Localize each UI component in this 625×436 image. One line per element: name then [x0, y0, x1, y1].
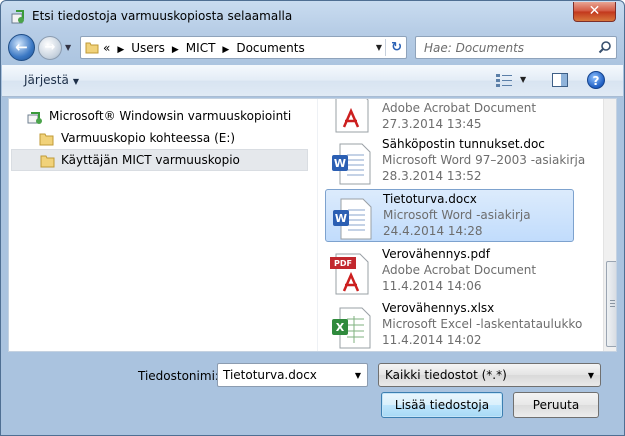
svg-text:X: X [336, 321, 345, 334]
file-date: 27.3.2014 13:45 [382, 117, 482, 131]
cancel-button[interactable]: Peruuta [513, 392, 599, 418]
excel-icon: X [332, 307, 371, 349]
add-files-button[interactable]: Lisää tiedostoja [381, 392, 503, 418]
search-icon[interactable] [598, 40, 612, 54]
command-toolbar: Järjestä ▼ ▼ ? [2, 65, 623, 97]
file-name: Sähköpostin tunnukset.doc [382, 137, 545, 151]
tree-item-windows-backup[interactable]: Microsoft® Windowsin varmuuskopiointi [27, 106, 307, 128]
title-bar: Etsi tiedostoja varmuuskopiosta selaamal… [1, 1, 624, 31]
views-icon[interactable] [495, 73, 513, 87]
filename-combobox[interactable]: Tietoturva.docx ▼ [217, 363, 368, 387]
folder-icon [85, 42, 99, 54]
address-divider [385, 39, 386, 56]
breadcrumb-users[interactable]: Users [131, 41, 165, 55]
svg-text:PDF: PDF [334, 259, 352, 268]
file-list: Adobe Acrobat Document 27.3.2014 13:45 W… [319, 99, 616, 351]
vertical-scrollbar[interactable] [603, 99, 616, 351]
chevron-down-icon: ▼ [72, 77, 80, 86]
backup-app-icon [27, 112, 42, 124]
file-name: Verovähennys.pdf [382, 247, 490, 261]
file-type: Microsoft Excel -laskentataulukko [382, 317, 583, 331]
chevron-right-icon[interactable]: ▶ [172, 45, 179, 55]
svg-text:W: W [334, 157, 346, 170]
organize-label: Järjestä [24, 73, 69, 87]
file-item[interactable]: W Sähköpostin tunnukset.doc Microsoft Wo… [325, 135, 585, 188]
search-placeholder: Hae: Documents [424, 41, 525, 55]
dialog-window: Etsi tiedostoja varmuuskopiosta selaamal… [0, 0, 625, 436]
file-item[interactable]: PDF Verovähennys.pdf Adobe Acrobat Docum… [325, 245, 574, 298]
breadcrumb-documents[interactable]: Documents [236, 41, 304, 55]
folder-icon [39, 133, 54, 146]
folder-icon [40, 155, 55, 168]
tree-item-label: Varmuuskopio kohteessa (E:) [61, 131, 236, 145]
file-item[interactable]: X Verovähennys.xlsx Microsoft Excel -las… [325, 299, 582, 351]
file-name: Verovähennys.xlsx [382, 301, 495, 315]
file-type: Microsoft Word -asiakirja [383, 208, 531, 222]
file-type: Adobe Acrobat Document [382, 263, 537, 277]
file-date: 11.4.2014 14:02 [382, 333, 482, 347]
word-icon: W [332, 143, 371, 185]
views-dropdown-icon[interactable]: ▼ [520, 75, 526, 84]
chevron-down-icon[interactable]: ▼ [588, 371, 594, 380]
breadcrumb-overflow[interactable]: « [103, 41, 110, 55]
navigation-bar: ← → ▼ « ▶ Users ▶ MICT ▶ Documents ▼ ↻ Hae: Do… [1, 32, 624, 62]
file-type-filter[interactable]: Kaikki tiedostot (*.*) ▼ [378, 363, 601, 387]
help-icon[interactable]: ? [587, 71, 605, 89]
navigation-pane: Microsoft® Windowsin varmuuskopiointi Va… [9, 99, 313, 351]
tree-item-label: Microsoft® Windowsin varmuuskopiointi [49, 109, 292, 123]
filename-value: Tietoturva.docx [223, 368, 317, 382]
refresh-icon[interactable]: ↻ [391, 40, 402, 55]
pane-splitter[interactable] [317, 99, 318, 351]
file-type: Microsoft Word 97–2003 -asiakirja [382, 153, 586, 167]
recent-pages-chevron-icon[interactable]: ▼ [65, 43, 71, 52]
svg-text:W: W [335, 212, 347, 225]
address-bar[interactable]: « ▶ Users ▶ MICT ▶ Documents ▼ ↻ [80, 36, 407, 59]
back-button[interactable]: ← [8, 34, 35, 61]
window-title: Etsi tiedostoja varmuuskopiosta selaamal… [32, 9, 293, 23]
pdf-icon [335, 99, 369, 133]
file-type: Adobe Acrobat Document [382, 101, 537, 115]
file-date: 11.4.2014 14:06 [382, 279, 482, 293]
scrollbar-thumb[interactable] [606, 261, 616, 347]
address-dropdown-icon[interactable]: ▼ [376, 43, 382, 52]
file-date: 28.3.2014 13:52 [382, 169, 482, 183]
file-item[interactable]: Adobe Acrobat Document 27.3.2014 13:45 [325, 99, 574, 136]
file-date: 24.4.2014 14:28 [383, 224, 483, 238]
filename-label: Tiedostonimi: [138, 369, 219, 383]
chevron-down-icon[interactable]: ▼ [355, 371, 361, 380]
forward-button[interactable]: → [38, 36, 62, 60]
filter-value: Kaikki tiedostot (*.*) [385, 368, 507, 382]
chevron-right-icon[interactable]: ▶ [117, 45, 124, 55]
backup-app-icon [11, 10, 24, 24]
close-button[interactable]: ✕ [573, 2, 616, 22]
organize-menu[interactable]: Järjestä ▼ [24, 73, 79, 87]
pdf-icon: PDF [330, 253, 369, 295]
file-name: Tietoturva.docx [383, 192, 477, 206]
breadcrumb-mict[interactable]: MICT [186, 41, 216, 55]
search-box[interactable]: Hae: Documents [415, 36, 617, 59]
word-icon: W [333, 198, 372, 240]
browser-content: Microsoft® Windowsin varmuuskopiointi Va… [8, 98, 617, 352]
preview-pane-icon[interactable] [552, 73, 568, 87]
file-item-selected[interactable]: W Tietoturva.docx Microsoft Word -asiaki… [325, 189, 574, 242]
breadcrumb: « ▶ Users ▶ MICT ▶ Documents [103, 41, 305, 55]
chevron-right-icon[interactable]: ▶ [222, 45, 229, 55]
tree-item-label: Käyttäjän MICT varmuuskopio [61, 153, 240, 167]
tree-item-user-backup[interactable]: Käyttäjän MICT varmuuskopio [11, 149, 308, 171]
scrollbar-grip-icon [610, 300, 615, 308]
tree-item-backup-drive[interactable]: Varmuuskopio kohteessa (E:) [39, 128, 309, 150]
